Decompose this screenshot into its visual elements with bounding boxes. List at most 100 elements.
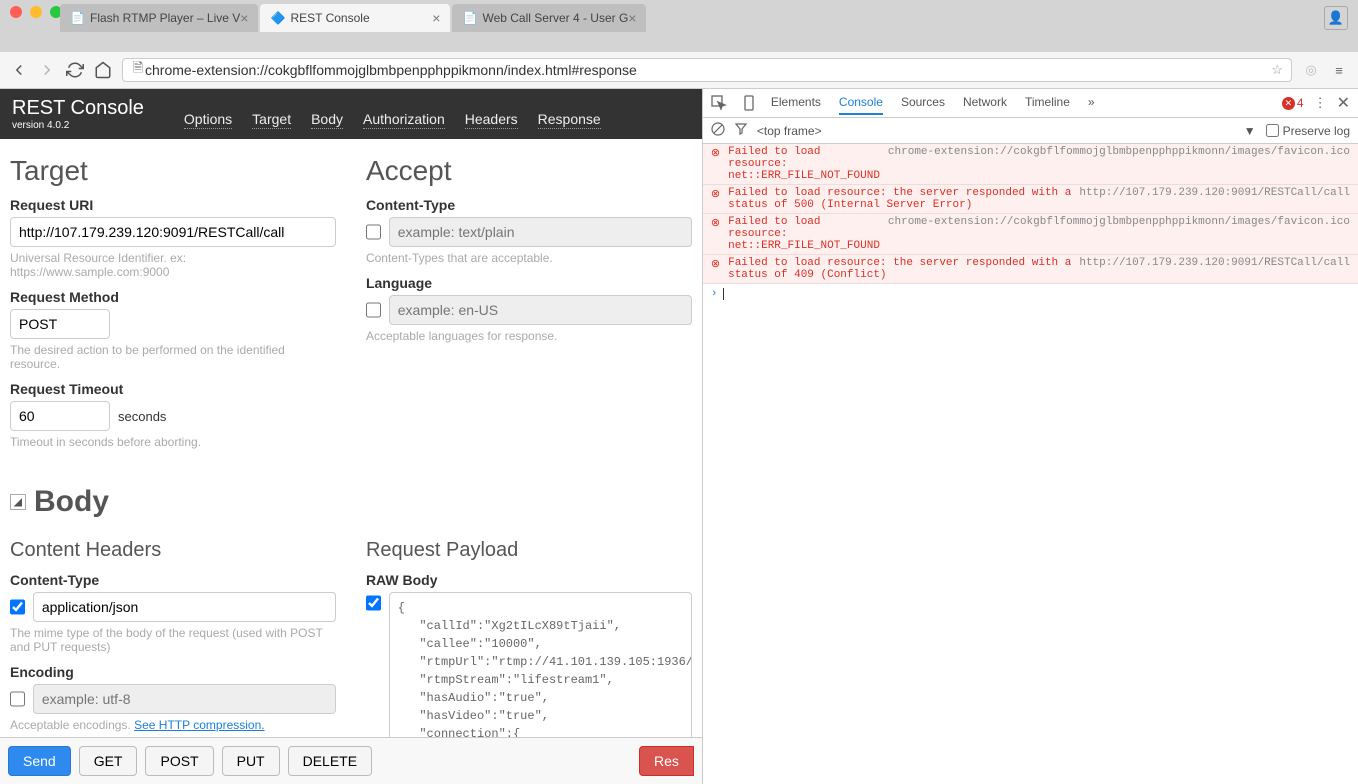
browser-tab[interactable]: 📄 Web Call Server 4 - User G ×: [452, 4, 646, 32]
preserve-log-checkbox[interactable]: [1266, 124, 1279, 137]
error-count-badge[interactable]: ✕ 4: [1282, 96, 1304, 110]
log-message: Failed to load resource: the server resp…: [728, 187, 1071, 211]
body-ct-input[interactable]: [33, 592, 336, 622]
reload-button[interactable]: [66, 61, 84, 79]
accept-lang-checkbox[interactable]: [366, 302, 381, 318]
uri-help: Universal Resource Identifier. ex: https…: [10, 251, 336, 279]
delete-button[interactable]: DELETE: [288, 746, 372, 776]
accept-section-title: Accept: [366, 155, 692, 187]
preserve-log-toggle[interactable]: Preserve log: [1266, 124, 1350, 138]
cursor: [723, 288, 724, 300]
console-prompt[interactable]: ›: [703, 284, 1358, 304]
accept-ct-label: Content-Type: [366, 197, 692, 213]
log-source[interactable]: chrome-extension://cokgbflfommojglbmbpen…: [880, 216, 1350, 252]
accept-lang-label: Language: [366, 275, 692, 291]
body-section-title: ◢ Body: [10, 485, 692, 519]
bookmark-icon[interactable]: ☆: [1271, 62, 1283, 78]
error-icon: ⊗: [711, 216, 720, 252]
filter-icon[interactable]: [735, 123, 747, 138]
request-payload-title: Request Payload: [366, 539, 692, 562]
chevron-down-icon[interactable]: ▼: [1244, 124, 1256, 138]
chevron-right-icon: ›: [711, 288, 718, 300]
tab-network[interactable]: Network: [963, 91, 1007, 115]
console-toolbar: <top frame> ▼ Preserve log: [703, 118, 1358, 144]
browser-tabs: 📄 Flash RTMP Player – Live V × 🔷 REST Co…: [60, 4, 1358, 32]
page-icon: 📄: [462, 11, 476, 25]
address-bar[interactable]: 🗎 chrome-extension://cokgbflfommojglbmbp…: [122, 58, 1292, 82]
browser-tab[interactable]: 📄 Flash RTMP Player – Live V ×: [60, 4, 258, 32]
back-button[interactable]: [10, 61, 28, 79]
profile-button[interactable]: 👤: [1324, 6, 1348, 30]
enc-help-prefix: Acceptable encodings.: [10, 718, 134, 732]
device-icon[interactable]: [741, 95, 757, 111]
body-ct-checkbox[interactable]: [10, 599, 25, 615]
console-error-row[interactable]: ⊗Failed to load resource: net::ERR_FILE_…: [703, 144, 1358, 185]
log-source[interactable]: http://107.179.239.120:9091/RESTCall/cal…: [1071, 257, 1350, 281]
request-method-input[interactable]: [10, 309, 110, 339]
browser-chrome: 📄 Flash RTMP Player – Live V × 🔷 REST Co…: [0, 0, 1358, 89]
nav-options[interactable]: Options: [184, 111, 232, 129]
frame-select[interactable]: <top frame>: [757, 124, 822, 138]
tab-more[interactable]: »: [1088, 91, 1095, 115]
menu-button[interactable]: ≡: [1330, 61, 1348, 79]
tab-title: Flash RTMP Player – Live V: [90, 11, 240, 25]
devtools-menu-icon[interactable]: ⋮: [1314, 95, 1327, 111]
error-icon: ⊗: [711, 146, 720, 182]
minimize-window-button[interactable]: [30, 6, 42, 18]
browser-tab[interactable]: 🔷 REST Console ×: [260, 4, 450, 32]
clear-console-icon[interactable]: [711, 122, 725, 139]
raw-body-label: RAW Body: [366, 572, 692, 588]
nav-target[interactable]: Target: [252, 111, 291, 129]
log-message: Failed to load resource: the server resp…: [728, 257, 1071, 281]
inspect-icon[interactable]: [711, 95, 727, 111]
close-window-button[interactable]: [10, 6, 22, 18]
app-title: REST Console: [12, 97, 144, 120]
collapse-icon[interactable]: ◢: [10, 494, 26, 510]
console-error-row[interactable]: ⊗Failed to load resource: the server res…: [703, 185, 1358, 214]
http-compression-link[interactable]: See HTTP compression.: [134, 718, 265, 732]
tab-console[interactable]: Console: [839, 91, 883, 115]
extension-icon[interactable]: ◎: [1302, 61, 1320, 79]
log-source[interactable]: http://107.179.239.120:9091/RESTCall/cal…: [1071, 187, 1350, 211]
console-error-row[interactable]: ⊗Failed to load resource: net::ERR_FILE_…: [703, 214, 1358, 255]
error-count: 4: [1297, 96, 1304, 110]
request-timeout-input[interactable]: [10, 401, 110, 431]
close-icon[interactable]: ×: [628, 10, 636, 26]
put-button[interactable]: PUT: [222, 746, 280, 776]
get-button[interactable]: GET: [79, 746, 138, 776]
close-icon[interactable]: ×: [240, 10, 248, 26]
forward-button[interactable]: [38, 61, 56, 79]
send-button[interactable]: Send: [8, 746, 71, 776]
nav-bar: 🗎 chrome-extension://cokgbflfommojglbmbp…: [0, 52, 1358, 89]
body-enc-help: Acceptable encodings. See HTTP compressi…: [10, 718, 336, 732]
body-enc-checkbox[interactable]: [10, 691, 25, 707]
nav-body[interactable]: Body: [311, 111, 343, 129]
accept-ct-input[interactable]: [389, 217, 692, 247]
timeout-label: Request Timeout: [10, 381, 336, 397]
rest-console-pane: REST Console version 4.0.2 Options Targe…: [0, 89, 702, 784]
tab-elements[interactable]: Elements: [771, 91, 821, 115]
raw-body-checkbox[interactable]: [366, 595, 381, 611]
close-icon[interactable]: ✕: [1337, 93, 1350, 113]
accept-lang-input[interactable]: [389, 295, 692, 325]
error-icon: ⊗: [711, 257, 720, 281]
request-uri-input[interactable]: [10, 217, 336, 247]
page-icon: 📄: [70, 11, 84, 25]
home-button[interactable]: [94, 61, 112, 79]
body-enc-input[interactable]: [33, 684, 336, 714]
log-message: Failed to load resource: net::ERR_FILE_N…: [728, 216, 880, 252]
close-icon[interactable]: ×: [432, 10, 440, 26]
error-icon: ✕: [1282, 97, 1295, 110]
post-button[interactable]: POST: [145, 746, 213, 776]
nav-authorization[interactable]: Authorization: [363, 111, 445, 129]
tab-sources[interactable]: Sources: [901, 91, 945, 115]
accept-ct-checkbox[interactable]: [366, 224, 381, 240]
tab-timeline[interactable]: Timeline: [1025, 91, 1070, 115]
reset-button[interactable]: Res: [639, 746, 694, 776]
nav-headers[interactable]: Headers: [465, 111, 518, 129]
page-icon: 🗎: [131, 63, 145, 77]
log-source[interactable]: chrome-extension://cokgbflfommojglbmbpen…: [880, 146, 1350, 182]
console-error-row[interactable]: ⊗ Failed to load resource: the server res…: [703, 255, 1358, 284]
content-area: Target Request URI Universal Resource Id…: [0, 139, 702, 784]
nav-response[interactable]: Response: [538, 111, 601, 129]
